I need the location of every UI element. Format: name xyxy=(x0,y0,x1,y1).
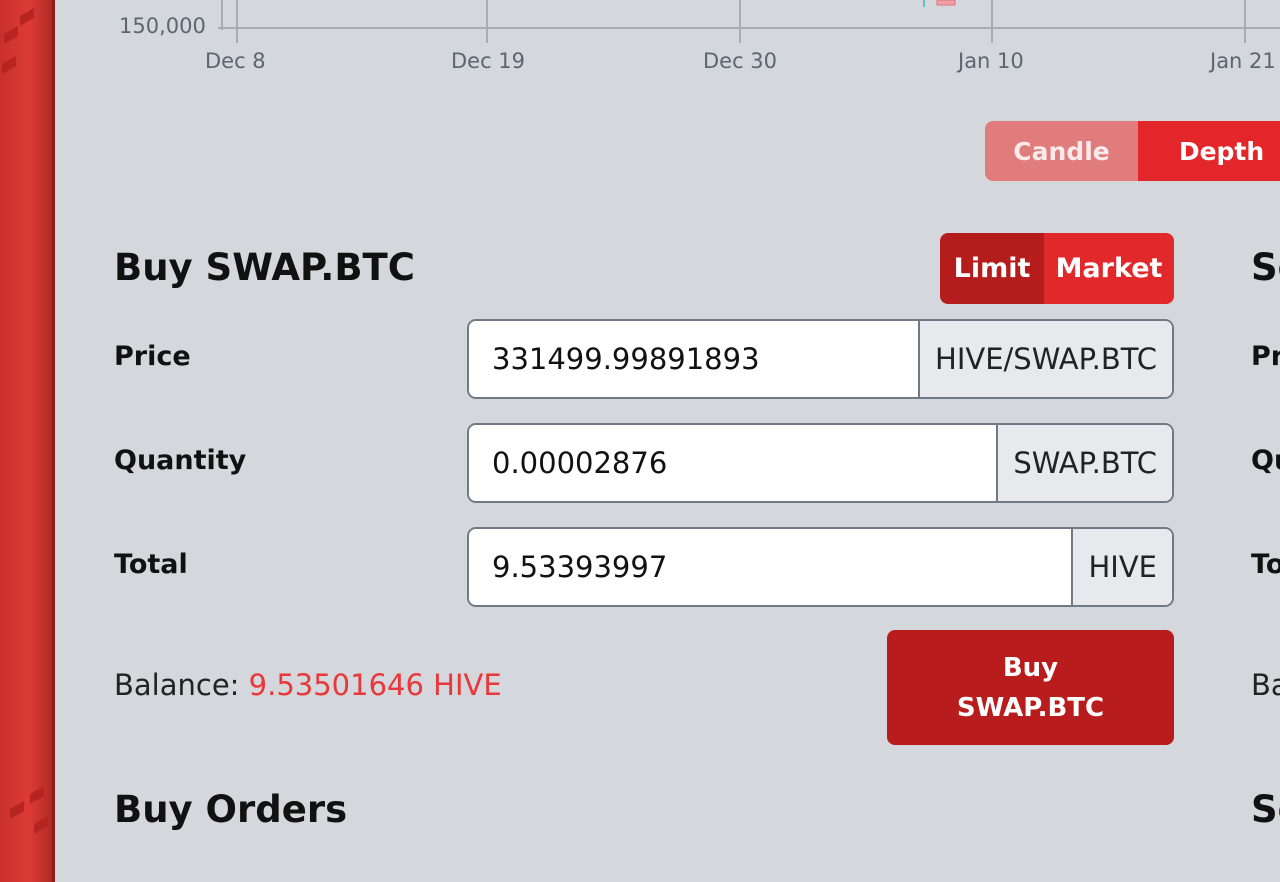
candle-chart-button[interactable]: Candle xyxy=(985,121,1138,181)
x-axis-tick: Jan 10 xyxy=(958,49,1024,73)
quantity-unit: SWAP.BTC xyxy=(996,425,1172,501)
total-input-group: 9.53393997 HIVE xyxy=(467,527,1174,607)
x-axis-tick: Dec 30 xyxy=(703,49,778,73)
total-label: Total xyxy=(114,549,188,580)
market-order-button[interactable]: Market xyxy=(1044,233,1174,304)
buy-button-line2: SWAP.BTC xyxy=(956,692,1105,723)
chart-type-toggle: Candle Depth xyxy=(985,121,1280,181)
total-unit: HIVE xyxy=(1071,529,1172,605)
sell-quantity-label-clipped: Qu xyxy=(1251,445,1280,476)
sell-orders-title-clipped: Se xyxy=(1251,788,1280,831)
quantity-input[interactable]: 0.00002876 xyxy=(469,425,997,501)
limit-order-button[interactable]: Limit xyxy=(940,233,1044,304)
order-type-toggle: Limit Market xyxy=(940,233,1174,304)
balance-amount[interactable]: 9.53501646 HIVE xyxy=(249,668,502,702)
depth-chart-button[interactable]: Depth xyxy=(1138,121,1280,181)
balance-label: Balance: xyxy=(114,668,240,702)
buy-button-line1: Buy xyxy=(1002,652,1059,683)
price-input-group: 331499.99891893 HIVE/SWAP.BTC xyxy=(467,319,1174,399)
x-axis-tick: Jan 21 xyxy=(1210,49,1276,73)
decorative-side-strip xyxy=(0,0,55,882)
quantity-label: Quantity xyxy=(114,445,247,476)
x-axis-tick: Dec 8 xyxy=(205,49,266,73)
sell-balance-label-clipped: Ba xyxy=(1251,668,1280,702)
sell-price-label-clipped: Pr xyxy=(1251,341,1280,372)
price-label: Price xyxy=(114,341,191,372)
buy-submit-button[interactable]: Buy SWAP.BTC xyxy=(887,630,1174,745)
balance-display: Balance: 9.53501646 HIVE xyxy=(114,668,502,702)
x-axis-tick: Dec 19 xyxy=(451,49,526,73)
y-axis-tick: 150,000 xyxy=(119,14,206,38)
price-unit: HIVE/SWAP.BTC xyxy=(918,321,1172,397)
buy-orders-title: Buy Orders xyxy=(114,788,348,831)
sell-panel-title-clipped: Se xyxy=(1251,246,1280,289)
total-input[interactable]: 9.53393997 xyxy=(469,529,1072,605)
price-chart-remnant: 150,000 Dec 8 Dec 19 Dec 30 Jan 10 Jan 2… xyxy=(0,0,1280,90)
quantity-input-group: 0.00002876 SWAP.BTC xyxy=(467,423,1174,503)
candle-body xyxy=(936,0,956,6)
sell-total-label-clipped: To xyxy=(1251,549,1280,580)
price-input[interactable]: 331499.99891893 xyxy=(469,321,919,397)
buy-panel-title: Buy SWAP.BTC xyxy=(114,246,415,289)
